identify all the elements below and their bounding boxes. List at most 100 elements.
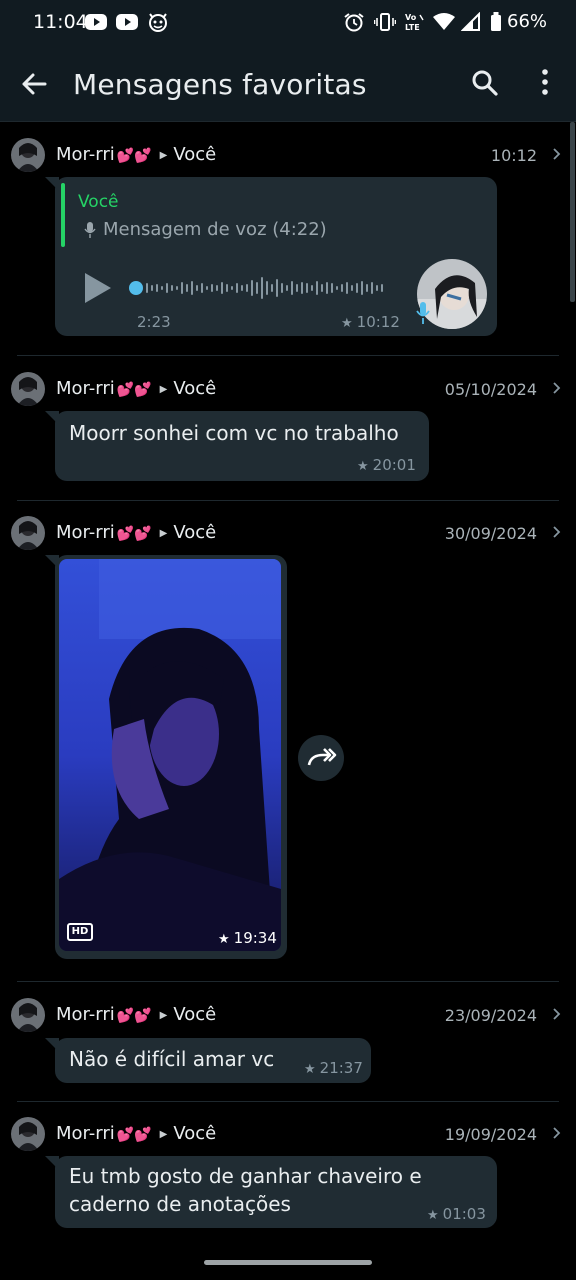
message-text: Moorr sonhei com vc no trabalho	[69, 421, 399, 445]
quote-accent-bar	[61, 183, 65, 247]
quote-author: Você	[78, 192, 119, 212]
message-date: 05/10/2024	[444, 380, 537, 399]
avatar	[11, 138, 45, 172]
message-meta: ★ 19:34	[218, 929, 277, 947]
recipient-name: Você	[173, 378, 217, 399]
message-time: 20:01	[372, 456, 416, 474]
svg-text:LTE: LTE	[405, 23, 420, 32]
app-bar: Mensagens favoritas	[0, 46, 576, 122]
list-item[interactable]: Mor-rri 💕💕 ▶ Você 23/09/2024 Não é difícil …	[0, 982, 576, 1102]
sender-line: Mor-rri 💕💕 ▶ Você	[56, 522, 216, 543]
chevron-right-icon[interactable]	[552, 1007, 562, 1021]
list-item[interactable]: Mor-rri 💕💕 ▶ Você 19/09/2024 Eu tmb gosto d…	[0, 1101, 576, 1231]
video-message-bubble[interactable]: HD ★ 19:34	[45, 555, 287, 959]
chevron-right-icon[interactable]	[552, 525, 562, 539]
message-time: 21:37	[319, 1059, 363, 1077]
quoted-message[interactable]: Você Mensagem de voz (4:22)	[61, 183, 491, 247]
signal-icon	[461, 12, 480, 31]
recipient-name: Você	[173, 522, 217, 543]
arrow-right-icon: ▶	[159, 1129, 168, 1140]
sender-name: Mor-rri	[56, 378, 115, 399]
chevron-right-icon[interactable]	[552, 147, 562, 161]
message-date: 10:12	[490, 146, 537, 165]
bubble-tail	[45, 177, 59, 191]
back-arrow-icon[interactable]	[18, 68, 50, 100]
sender-name: Mor-rri	[56, 1004, 115, 1025]
voice-position: 2:23	[137, 313, 171, 331]
hearts-emoji: 💕💕	[116, 1008, 152, 1024]
message-text-line: Eu tmb gosto de ganhar chaveiro e	[69, 1164, 422, 1188]
voice-message-bubble[interactable]: Você Mensagem de voz (4:22) 2:23 ★ 10:12	[45, 177, 497, 336]
hearts-emoji: 💕💕	[116, 526, 152, 542]
forward-icon	[307, 748, 337, 766]
star-icon: ★	[341, 316, 353, 331]
star-icon: ★	[218, 932, 230, 947]
vibrate-icon	[374, 13, 396, 31]
quote-text: Mensagem de voz (4:22)	[103, 219, 327, 240]
message-date: 30/09/2024	[444, 524, 537, 543]
list-item[interactable]: Mor-rri 💕💕 ▶ Você 10:12 Você Mensagem de vo…	[0, 122, 576, 356]
text-message-bubble[interactable]: Moorr sonhei com vc no trabalho ★ 20:01	[45, 411, 429, 481]
play-icon[interactable]	[83, 271, 113, 305]
wifi-icon	[433, 13, 455, 30]
video-thumbnail[interactable]	[59, 559, 281, 951]
message-text-line: caderno de anotações	[69, 1192, 291, 1216]
recipient-name: Você	[173, 1004, 217, 1025]
text-message-bubble[interactable]: Não é difícil amar vc ★ 21:37	[45, 1038, 371, 1083]
message-time: 01:03	[442, 1205, 486, 1223]
star-icon: ★	[357, 459, 369, 474]
youtube-icon	[85, 14, 107, 30]
sender-name: Mor-rri	[56, 144, 115, 165]
hearts-emoji: 💕💕	[116, 1127, 152, 1143]
recipient-name: Você	[173, 144, 217, 165]
message-header: Mor-rri 💕💕 ▶ Você 19/09/2024	[0, 1101, 576, 1151]
message-time: 19:34	[233, 929, 277, 947]
message-meta: ★ 01:03	[427, 1205, 486, 1223]
starred-messages-list[interactable]: Mor-rri 💕💕 ▶ Você 10:12 Você Mensagem de vo…	[0, 122, 576, 1280]
hd-badge: HD	[67, 923, 93, 941]
battery-percent: 66%	[507, 11, 548, 32]
message-meta: ★ 21:37	[304, 1059, 363, 1077]
hearts-emoji: 💕💕	[116, 382, 152, 398]
more-options-icon[interactable]	[530, 68, 560, 98]
avatar	[11, 372, 45, 406]
message-header: Mor-rri 💕💕 ▶ Você 23/09/2024	[0, 982, 576, 1032]
microphone-icon	[84, 222, 96, 238]
page-title: Mensagens favoritas	[73, 68, 367, 101]
volte-lte-icon: VoLTE	[405, 13, 424, 32]
voice-waveform[interactable]	[129, 273, 391, 303]
hearts-emoji: 💕💕	[116, 148, 152, 164]
arrow-right-icon: ▶	[159, 384, 168, 395]
message-text: Não é difícil amar vc	[69, 1047, 275, 1071]
message-header: Mor-rri 💕💕 ▶ Você 30/09/2024	[0, 500, 576, 550]
list-item[interactable]: Mor-rri 💕💕 ▶ Você 05/10/2024 Moorr sonhei c…	[0, 356, 576, 501]
sender-name: Mor-rri	[56, 522, 115, 543]
avatar	[11, 516, 45, 550]
forward-button[interactable]	[298, 735, 344, 781]
bubble-tail	[45, 411, 59, 425]
sender-line: Mor-rri 💕💕 ▶ Você	[56, 1004, 216, 1025]
message-date: 19/09/2024	[444, 1125, 537, 1144]
message-time: 10:12	[356, 313, 400, 331]
sender-line: Mor-rri 💕💕 ▶ Você	[56, 144, 216, 165]
arrow-right-icon: ▶	[159, 150, 168, 161]
alarm-icon	[344, 13, 364, 32]
message-meta: ★ 10:12	[341, 313, 400, 331]
list-item[interactable]: Mor-rri 💕💕 ▶ Você 30/09/2024 HD ★ 19:34	[0, 500, 576, 982]
text-message-bubble[interactable]: Eu tmb gosto de ganhar chaveiro e cadern…	[45, 1156, 497, 1228]
microphone-icon	[416, 302, 430, 324]
chevron-right-icon[interactable]	[552, 381, 562, 395]
star-icon: ★	[304, 1062, 316, 1077]
message-meta: ★ 20:01	[357, 456, 416, 474]
search-icon[interactable]	[470, 68, 500, 98]
arrow-right-icon: ▶	[159, 528, 168, 539]
message-date: 23/09/2024	[444, 1006, 537, 1025]
status-time: 11:04	[33, 11, 88, 33]
bubble-tail	[45, 1156, 59, 1170]
gesture-nav-bar[interactable]	[204, 1260, 372, 1265]
youtube-icon	[116, 14, 138, 30]
avatar	[11, 1117, 45, 1151]
chevron-right-icon[interactable]	[552, 1126, 562, 1140]
message-header: Mor-rri 💕💕 ▶ Você 05/10/2024	[0, 356, 576, 406]
arrow-right-icon: ▶	[159, 1010, 168, 1021]
